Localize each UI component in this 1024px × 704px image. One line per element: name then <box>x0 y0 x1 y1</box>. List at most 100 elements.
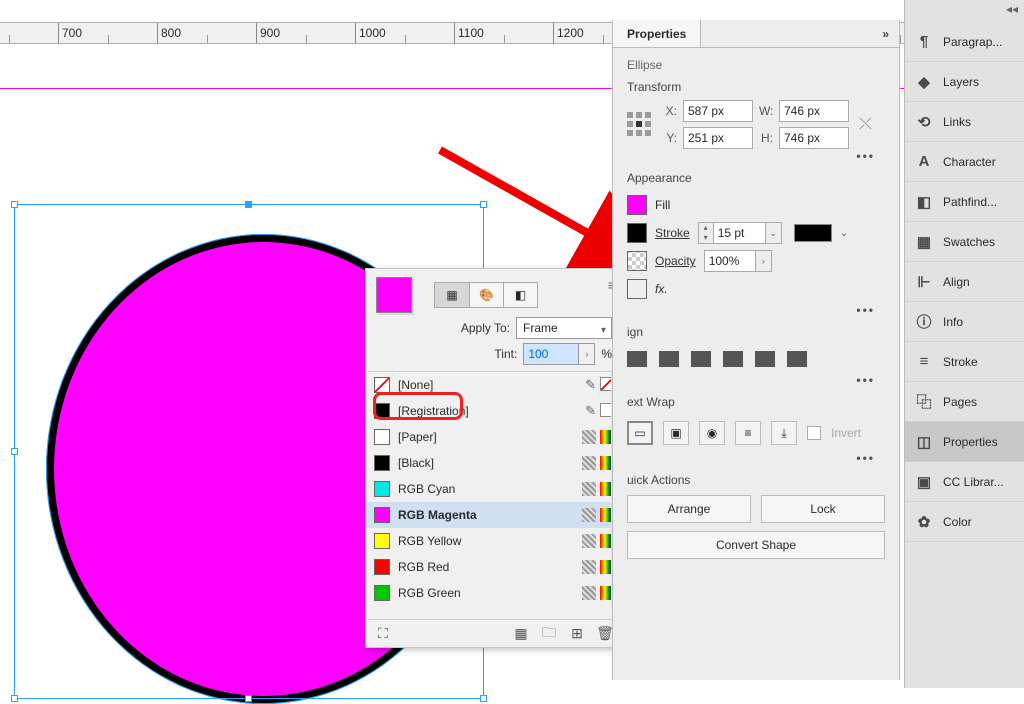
new-folder-icon[interactable]: 🗀 <box>540 625 558 643</box>
stroke-weight-input[interactable]: 15 pt <box>714 222 766 244</box>
side-panel-links[interactable]: ⟲Links <box>905 102 1024 142</box>
align-left-icon[interactable] <box>627 351 647 367</box>
side-panel-cclib[interactable]: ▣CC Librar... <box>905 462 1024 502</box>
side-panel-pathfinder[interactable]: ◧ Pathfind... <box>905 182 1024 222</box>
swatch-item-none[interactable]: [None]✎ <box>366 372 622 398</box>
textwrap-heading: ext Wrap <box>627 395 885 409</box>
swatch-item-black[interactable]: [Black] <box>366 450 622 476</box>
align-bottom-icon[interactable] <box>787 351 807 367</box>
h-input[interactable]: 746 px <box>779 127 849 149</box>
stroke-label-link[interactable]: Stroke <box>655 226 690 240</box>
side-panel-paragraph[interactable]: ¶Paragrap... <box>905 22 1024 62</box>
opacity-chip[interactable] <box>627 251 647 271</box>
swatch-item-rgbyellow[interactable]: RGB Yellow <box>366 528 622 554</box>
side-panel-swatches[interactable]: ▦Swatches <box>905 222 1024 262</box>
side-panel-info[interactable]: ⓘInfo <box>905 302 1024 342</box>
resize-handle-br[interactable] <box>480 695 487 702</box>
opacity-input[interactable]: 100% <box>704 250 756 272</box>
opacity-label-link[interactable]: Opacity <box>655 254 696 268</box>
ruler-tick: 800 <box>158 23 257 44</box>
fx-label[interactable]: fx. <box>655 282 668 296</box>
appearance-more-icon[interactable]: ••• <box>627 303 885 317</box>
side-panel-character[interactable]: ACharacter <box>905 142 1024 182</box>
side-panel-layers[interactable]: ◆Layers <box>905 62 1024 102</box>
side-panel-properties[interactable]: ◫Properties <box>905 422 1024 462</box>
resize-handle-b[interactable] <box>245 695 252 702</box>
tab-swatches-icon[interactable]: ▦ <box>435 283 469 307</box>
x-label: X: <box>663 104 677 118</box>
y-label: Y: <box>663 131 677 145</box>
swatch-type-icon <box>582 534 596 548</box>
pathfinder-icon: ◧ <box>915 193 933 211</box>
wrap-column-icon[interactable]: ⤓ <box>771 421 797 445</box>
side-panel-stroke[interactable]: ≡Stroke <box>905 342 1024 382</box>
side-panel-pages[interactable]: ⿻Pages <box>905 382 1024 422</box>
resize-handle-tr[interactable] <box>480 201 487 208</box>
w-input[interactable]: 746 px <box>779 100 849 122</box>
stroke-style-chip[interactable] <box>794 224 832 242</box>
tab-gradient-icon[interactable]: ◧ <box>503 283 537 307</box>
reference-point-picker[interactable] <box>627 112 653 138</box>
y-input[interactable]: 251 px <box>683 127 753 149</box>
resize-handle-bl[interactable] <box>11 695 18 702</box>
fill-label: Fill <box>655 198 670 212</box>
w-label: W: <box>759 104 773 118</box>
swatch-color-chip <box>374 481 390 497</box>
apply-to-select[interactable]: Frame <box>516 317 612 339</box>
swatch-item-rgbgreen[interactable]: RGB Green <box>366 580 622 606</box>
side-panel-color[interactable]: ✿Color <box>905 502 1024 542</box>
wrap-jump-icon[interactable]: ≡ <box>735 421 761 445</box>
collapse-panel-icon[interactable]: » <box>872 20 899 47</box>
invert-checkbox[interactable] <box>807 426 821 440</box>
stroke-weight-stepper[interactable]: ▴▾ <box>698 222 714 244</box>
dock-collapse-icon[interactable]: ◂◂ <box>1006 2 1018 16</box>
align-hcenter-icon[interactable] <box>659 351 679 367</box>
arrange-button[interactable]: Arrange <box>627 495 751 523</box>
new-swatch-icon[interactable]: ⊞ <box>568 625 586 643</box>
info-icon: ⓘ <box>915 313 933 331</box>
swatches-popup[interactable]: ▦ 🎨 ◧ ≡ Apply To: Frame Tint: 100 › % [N… <box>365 268 623 648</box>
align-vcenter-icon[interactable] <box>755 351 775 367</box>
swatch-item-registration[interactable]: [Registration]✎ <box>366 398 622 424</box>
swatch-type-icon <box>582 560 596 574</box>
align-top-icon[interactable] <box>723 351 743 367</box>
swatch-list[interactable]: [None]✎[Registration]✎[Paper][Black]RGB … <box>366 371 622 607</box>
wrap-none-icon[interactable]: ▭ <box>627 421 653 445</box>
tab-properties[interactable]: Properties <box>613 20 701 47</box>
constrain-proportions-icon[interactable]: ⤬ <box>859 116 872 134</box>
transform-more-icon[interactable]: ••• <box>627 149 885 163</box>
tint-input[interactable]: 100 <box>523 343 579 365</box>
fx-chip[interactable] <box>627 279 647 299</box>
resize-handle-l[interactable] <box>11 448 18 455</box>
side-panel-label: Align <box>943 275 970 289</box>
stroke-color-chip[interactable] <box>627 223 647 243</box>
swatch-item-rgbred[interactable]: RGB Red <box>366 554 622 580</box>
side-panel-align[interactable]: ⊩Align <box>905 262 1024 302</box>
stroke-weight-preset[interactable]: ⌄ <box>766 222 782 244</box>
wrap-more-icon[interactable]: ••• <box>627 451 885 465</box>
swatch-color-chip <box>374 533 390 549</box>
side-panel-label: Properties <box>943 435 998 449</box>
align-right-icon[interactable] <box>691 351 711 367</box>
swatch-item-rgbmagenta[interactable]: RGB Magenta <box>366 502 622 528</box>
swatch-grid-icon[interactable]: ▦ <box>512 625 530 643</box>
wrap-bounding-icon[interactable]: ▣ <box>663 421 689 445</box>
swatch-item-rgbcyan[interactable]: RGB Cyan <box>366 476 622 502</box>
x-input[interactable]: 587 px <box>683 100 753 122</box>
tab-color-mixer-icon[interactable]: 🎨 <box>469 283 503 307</box>
swatch-options-icon[interactable]: ⛶ <box>374 625 392 643</box>
swatch-item-paper[interactable]: [Paper] <box>366 424 622 450</box>
convert-shape-button[interactable]: Convert Shape <box>627 531 885 559</box>
tint-stepper[interactable]: › <box>579 343 595 365</box>
swatch-view-tabs[interactable]: ▦ 🎨 ◧ <box>434 282 538 308</box>
quick-actions-heading: uick Actions <box>627 473 885 487</box>
fill-color-chip[interactable] <box>627 195 647 215</box>
wrap-shape-icon[interactable]: ◉ <box>699 421 725 445</box>
side-panel-label: Pathfind... <box>943 195 997 209</box>
resize-handle-t[interactable] <box>245 201 252 208</box>
lock-button[interactable]: Lock <box>761 495 885 523</box>
resize-handle-tl[interactable] <box>11 201 18 208</box>
current-fill-chip[interactable] <box>376 277 412 313</box>
align-more-icon[interactable]: ••• <box>627 373 885 387</box>
opacity-preset[interactable]: › <box>756 250 772 272</box>
